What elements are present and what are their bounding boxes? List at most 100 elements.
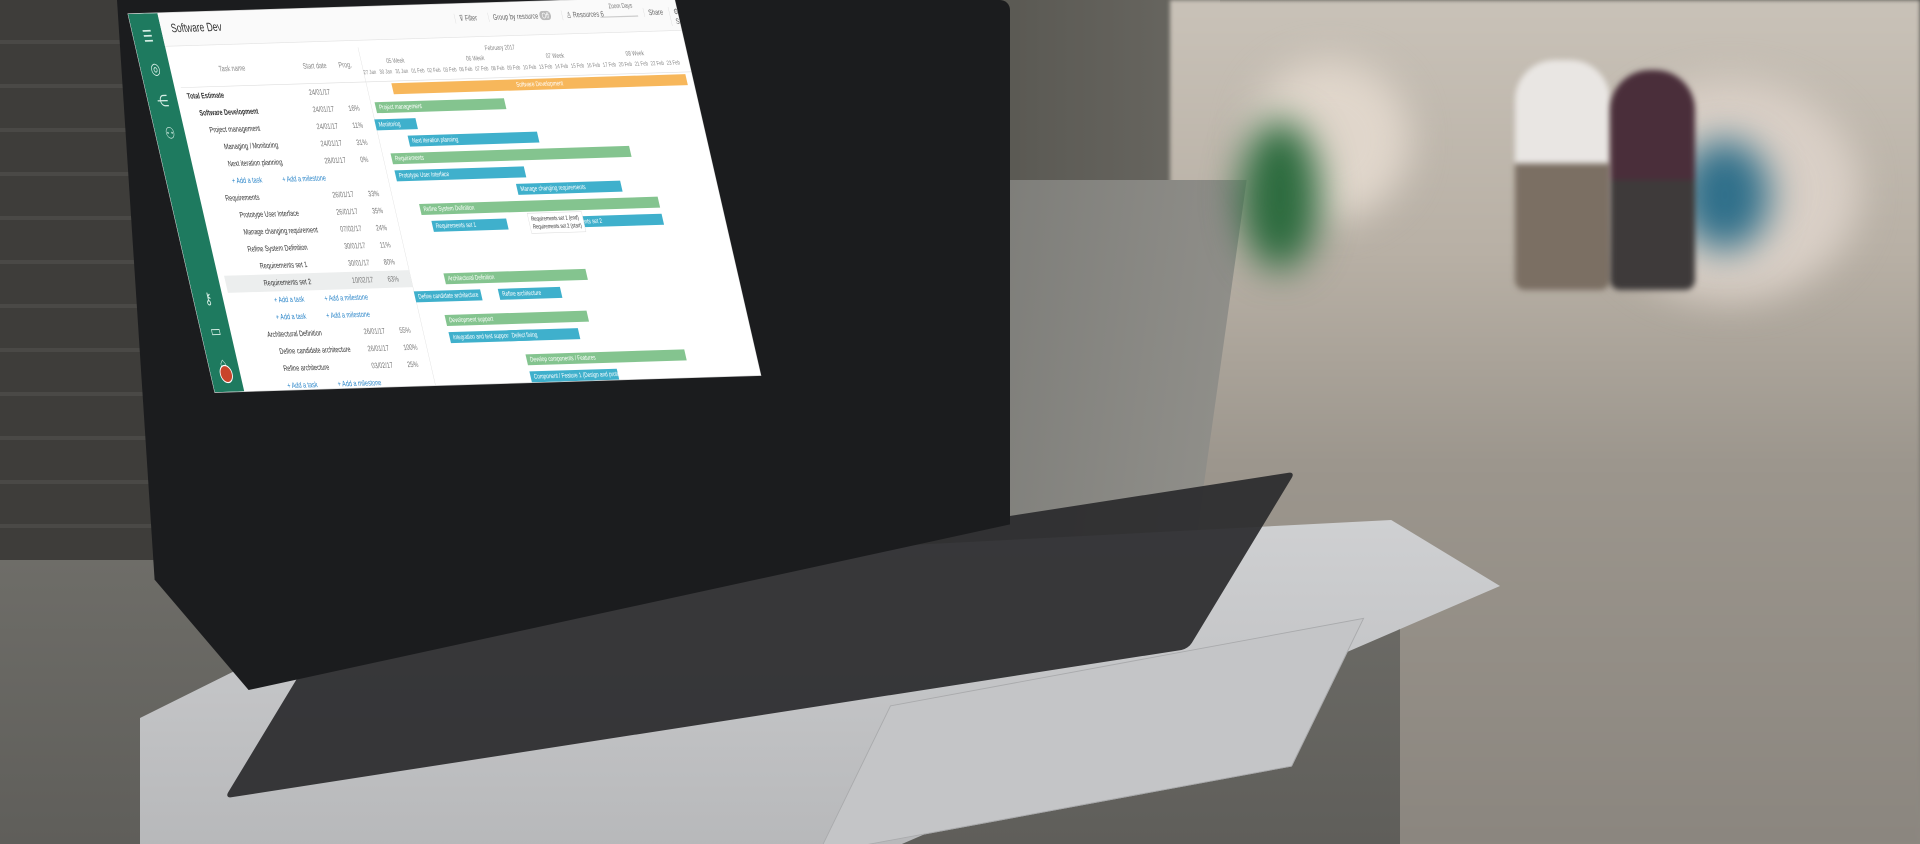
task-start-date: 24/01/17	[315, 121, 339, 131]
task-progress: 100%	[402, 342, 419, 352]
key-icon[interactable]: ⚷	[191, 289, 225, 309]
task-progress: 16%	[347, 103, 361, 113]
task-start-date: 03/02/17	[370, 360, 394, 371]
day-label: 21 Feb	[634, 60, 649, 68]
task-progress: 11%	[378, 239, 392, 250]
task-start-date: 26/01/17	[362, 326, 386, 336]
gantt-bar[interactable]: Project management	[374, 98, 507, 114]
task-name: Requirements	[224, 192, 261, 203]
day-label: 23 Feb	[666, 59, 681, 67]
zoom-label: Zoom Days	[607, 2, 633, 11]
task-start-date: 24/01/17	[307, 87, 332, 97]
gantt-bar[interactable]: Requirements	[390, 145, 632, 165]
menu-icon[interactable]: ☰	[131, 27, 165, 47]
share-icon[interactable]: ⋲	[146, 91, 180, 111]
filter-button[interactable]: ⊽ Filter	[453, 13, 479, 24]
day-label: 01 Feb	[410, 67, 426, 75]
day-label: 17 Feb	[602, 61, 617, 69]
day-label: 06 Feb	[458, 66, 474, 74]
gantt-bar[interactable]: Requirements set 1	[431, 218, 509, 232]
col-task-name[interactable]: Task name	[218, 63, 247, 73]
day-label: 16 Feb	[586, 62, 601, 70]
gantt-bar[interactable]: Manage changing requirements	[515, 180, 623, 195]
add-task-link[interactable]: + Add a task	[275, 311, 307, 321]
gantt-bar[interactable]: Define candidate architecture	[413, 289, 483, 303]
week-label: 08 Week	[624, 49, 645, 58]
week-label: 07 Week	[545, 52, 565, 61]
resources-label: Resources	[571, 9, 600, 20]
week-label: 06 Week	[465, 54, 486, 63]
add-milestone-link[interactable]: + Add a milestone	[323, 292, 369, 302]
add-milestone-link[interactable]: + Add a milestone	[337, 378, 383, 388]
task-progress: 11%	[351, 120, 364, 130]
task-start-date: 10/02/17	[350, 274, 375, 285]
add-task-link[interactable]: + Add a task	[231, 175, 263, 185]
day-label: 13 Feb	[538, 63, 553, 71]
task-name: Architectural Definition	[266, 328, 323, 339]
task-progress: 0%	[359, 154, 370, 165]
resources-button[interactable]: ♙ Resources 6	[560, 9, 605, 21]
day-label: 08 Feb	[490, 65, 506, 73]
gantt-bar[interactable]: Development support	[444, 310, 590, 327]
task-name: Define candidate architecture	[278, 344, 352, 356]
green-bin	[1240, 120, 1320, 270]
tooltip-line: Requirements set 2 (start)	[532, 222, 583, 231]
zoom-slider[interactable]	[600, 15, 639, 18]
laptop-screen: ☰ ◎ ⋲ ⚇ ⚷ ▭ ⌂ Software Dev ⊽ Filter Grou…	[128, 0, 761, 393]
add-milestone-link[interactable]: + Add a milestone	[281, 173, 327, 183]
toggle-switch[interactable]: Off	[538, 10, 553, 21]
pedestrian	[1610, 70, 1695, 290]
task-name: Project management	[208, 123, 261, 135]
share-button[interactable]: Share	[642, 7, 664, 18]
task-progress: 63%	[386, 274, 400, 284]
project-title: Software Dev	[169, 20, 224, 36]
group-by-toggle[interactable]: Group by resource Off	[487, 10, 553, 22]
add-milestone-link[interactable]: + Add a milestone	[325, 309, 371, 319]
gantt-bar[interactable]: Develop components / Features	[525, 349, 687, 366]
people-icon[interactable]: ⚇	[153, 124, 187, 144]
task-name: Managing / Monitoring	[222, 140, 280, 152]
day-label: 09 Feb	[506, 64, 522, 72]
share-label: Share	[647, 7, 664, 17]
gantt-bar[interactable]: Prototype User Interface	[394, 166, 527, 182]
day-label: 14 Feb	[554, 63, 569, 71]
task-start-date: 07/02/17	[339, 223, 363, 234]
task-progress: 33%	[366, 188, 381, 199]
gantt-bar[interactable]: Defect fixing	[507, 328, 581, 342]
gantt-bar[interactable]: Monitoring	[374, 118, 418, 131]
task-start-date: 30/01/17	[343, 240, 367, 251]
task-name: Prototype User Interface	[238, 208, 300, 220]
chat-icon[interactable]: ▭	[199, 321, 233, 341]
task-name: Manage changing requirement	[242, 225, 319, 237]
photo-background: ☰ ◎ ⋲ ⚇ ⚷ ▭ ⌂ Software Dev ⊽ Filter Grou…	[0, 0, 1920, 844]
task-start-date: 24/01/17	[311, 104, 336, 114]
task-name: Refine System Definition	[246, 242, 309, 254]
task-name: Software Development	[198, 106, 260, 118]
day-label: 20 Feb	[618, 61, 633, 69]
dependency-tooltip: Requirements set 1 (end) Requirements se…	[526, 211, 587, 234]
week-label: 05 Week	[385, 57, 406, 65]
day-label: 15 Feb	[570, 62, 585, 70]
task-start-date: 26/01/17	[331, 189, 355, 200]
gantt-bar[interactable]: Next iteration planning	[407, 131, 540, 147]
gantt-bar[interactable]: Refine architecture	[497, 286, 563, 300]
pedestrian	[1515, 60, 1610, 290]
task-name: Requirements set 2	[262, 276, 313, 288]
day-label: 22 Feb	[650, 60, 665, 68]
task-start-date: 30/01/17	[346, 257, 371, 268]
day-label: 27 Jan	[362, 69, 377, 77]
task-progress: 25%	[406, 359, 420, 370]
group-label: Group by resource	[491, 11, 540, 22]
col-start-date[interactable]: Start date	[302, 61, 328, 71]
user-icon[interactable]: ◎	[139, 59, 173, 79]
col-progress[interactable]: Prog.	[337, 60, 352, 70]
day-label: 30 Jan	[378, 68, 393, 76]
add-task-link[interactable]: + Add a task	[273, 294, 305, 304]
task-start-date: 26/01/17	[335, 206, 359, 217]
add-task-link[interactable]: + Add a task	[286, 380, 318, 390]
task-name: Requirements set 1	[258, 259, 309, 271]
gantt-bar[interactable]: Architectural Definition	[443, 268, 588, 285]
day-label: 07 Feb	[474, 65, 490, 73]
task-start-date: 28/01/17	[323, 155, 347, 166]
task-name: Next iteration planning	[226, 157, 284, 169]
